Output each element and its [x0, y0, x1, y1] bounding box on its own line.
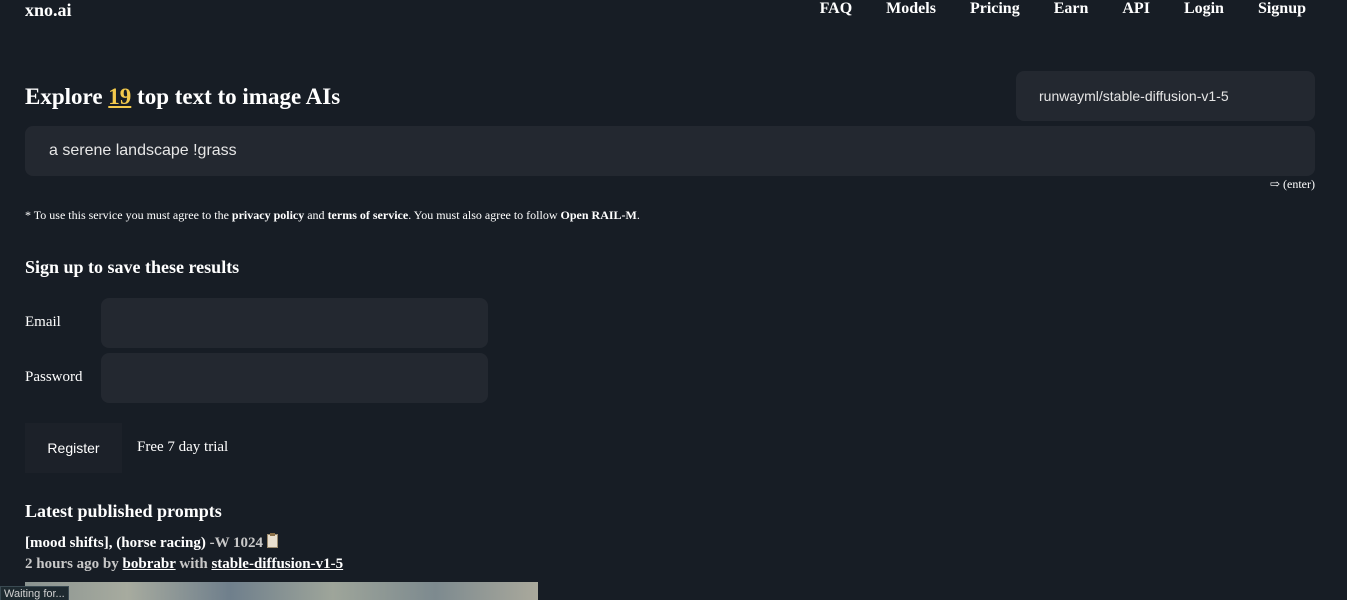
browser-status-bar: Waiting for... [0, 586, 69, 600]
published-prompt-suffix: -W 1024 [205, 535, 264, 551]
published-prompt-text: [mood shifts], (horse racing) [25, 535, 206, 551]
nav-api[interactable]: API [1122, 0, 1150, 18]
nav-models[interactable]: Models [886, 0, 936, 18]
rail-license-link[interactable]: Open RAIL-M [561, 208, 637, 222]
nav-pricing[interactable]: Pricing [970, 0, 1020, 18]
password-label: Password [25, 369, 83, 385]
terms-notice: * To use this service you must agree to … [25, 208, 640, 223]
password-field[interactable] [101, 353, 488, 403]
email-field[interactable] [101, 298, 488, 348]
trial-text: Free 7 day trial [137, 439, 229, 455]
nav-signup[interactable]: Signup [1258, 0, 1306, 18]
prompt-result-image[interactable] [25, 582, 538, 600]
prompt-user-link[interactable]: bobrabr [123, 556, 176, 572]
model-select[interactable]: runwayml/stable-diffusion-v1-5 [1016, 71, 1315, 121]
terms-text-2: and [304, 208, 328, 222]
title-suffix: top text to image AIs [131, 84, 341, 109]
page-title: Explore 19 top text to image AIs [25, 84, 340, 110]
signup-title: Sign up to save these results [25, 257, 240, 277]
register-button[interactable]: Register [25, 423, 122, 473]
terms-of-service-link[interactable]: terms of service [328, 208, 409, 222]
prompt-model-link[interactable]: stable-diffusion-v1-5 [211, 556, 343, 572]
page: xno.ai FAQ Models Pricing Earn API Login… [0, 0, 1347, 600]
nav-login[interactable]: Login [1184, 0, 1224, 18]
prompt-time: 2 hours ago by [25, 556, 123, 572]
main-nav: FAQ Models Pricing Earn API Login Signup [786, 0, 1306, 18]
email-label: Email [25, 314, 61, 330]
nav-faq[interactable]: FAQ [820, 0, 853, 18]
prompt-meta: 2 hours ago by bobrabr with stable-diffu… [25, 556, 343, 573]
prompt-with: with [175, 556, 212, 572]
terms-text-3: . You must also agree to follow [408, 208, 561, 222]
latest-prompts-title: Latest published prompts [25, 501, 222, 521]
enter-hint: ⇨ (enter) [1269, 177, 1315, 191]
title-prefix: Explore [25, 84, 109, 109]
published-prompt: [mood shifts], (horse racing) -W 1024 [25, 533, 279, 552]
model-count-link[interactable]: 19 [108, 84, 131, 109]
nav-earn[interactable]: Earn [1054, 0, 1089, 18]
prompt-input[interactable] [25, 126, 1315, 176]
terms-text-4: . [636, 208, 640, 222]
clipboard-icon[interactable] [267, 533, 279, 548]
privacy-policy-link[interactable]: privacy policy [232, 208, 304, 222]
site-logo[interactable]: xno.ai [25, 0, 72, 21]
terms-text-1: * To use this service you must agree to … [25, 208, 232, 222]
